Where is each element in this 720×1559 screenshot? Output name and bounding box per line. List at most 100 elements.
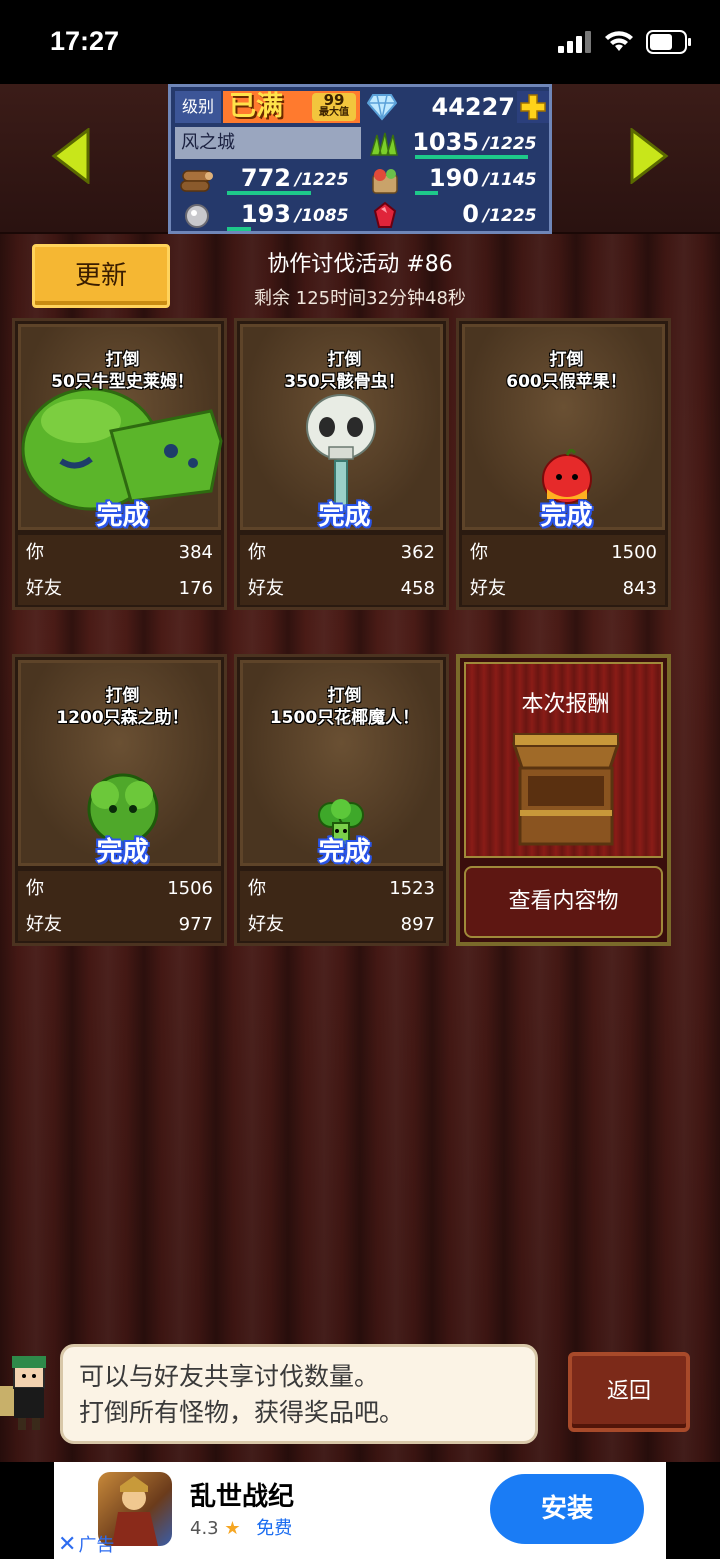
mission-target: 50只牛型史莱姆！	[51, 372, 194, 392]
friend-count: 977	[178, 914, 213, 935]
event-title: 协作讨伐活动 #86	[267, 252, 453, 277]
mission-stats: 你 1523 好友 897	[240, 871, 443, 941]
mission-image: 打倒 350只骸骨虫！ 完成	[240, 324, 446, 531]
mission-status: 完成	[96, 837, 149, 867]
grass-icon	[369, 132, 398, 156]
ore-bar	[227, 227, 252, 231]
level-status: 已满	[229, 91, 283, 122]
mission-stats: 你 1500 好友 843	[462, 535, 665, 605]
ad-price: 免费	[256, 1518, 293, 1539]
resource-panel: 级别 已满 99 最大值 44227 风之城 772 /1225 1035 /1…	[168, 84, 552, 234]
mission-image: 打倒 1200只森之助！ 完成	[18, 660, 224, 867]
mission-stats: 你 1506 好友 977	[18, 871, 221, 941]
friend-label: 好友	[248, 578, 284, 599]
ore-current: 193	[240, 200, 291, 228]
mission-status: 完成	[318, 501, 371, 531]
level-max-badge: 99 最大值	[312, 93, 356, 121]
ad-banner[interactable]: 乱世战纪 4.3 ★ 免费 安装 ✕ 广告	[54, 1462, 666, 1559]
friend-count: 176	[178, 578, 213, 599]
character-avatar-icon	[0, 1356, 46, 1430]
friend-count: 897	[400, 914, 435, 935]
mission-title: 打倒 600只假苹果！	[465, 349, 668, 393]
wood-current: 772	[240, 164, 291, 192]
refresh-button[interactable]: 更新	[32, 244, 170, 308]
diamond-icon	[367, 94, 397, 121]
you-count: 362	[400, 542, 435, 563]
mission-title: 打倒 1200只森之助！	[21, 685, 224, 729]
mission-card-apple[interactable]: 打倒 600只假苹果！ 完成 你 1500 好友 843	[456, 318, 671, 610]
mission-target: 600只假苹果！	[506, 372, 627, 392]
friend-label: 好友	[470, 578, 506, 599]
mission-stats: 你 384 好友 176	[18, 535, 221, 605]
food-capacity: /1145	[483, 170, 537, 190]
you-row: 你 1500	[470, 537, 657, 569]
friend-row: 好友 977	[26, 909, 213, 941]
gem-count: 44227	[431, 93, 516, 121]
ad-label[interactable]: ✕ 广告	[58, 1531, 114, 1557]
mission-action: 打倒	[327, 350, 362, 370]
level-value: 已满 99 最大值	[223, 91, 360, 123]
level-label: 级别	[175, 91, 221, 123]
grass-stat: 1035 /1225	[363, 127, 549, 161]
gem-counter: 44227	[363, 91, 549, 123]
view-contents-button[interactable]: 查看内容物	[464, 866, 663, 938]
battery-icon	[646, 30, 691, 54]
ad-app-name: 乱世战纪	[190, 1482, 295, 1512]
friend-row: 好友 176	[26, 573, 213, 605]
wood-icon	[180, 170, 213, 192]
resource-header: 级别 已满 99 最大值 44227 风之城 772 /1225 1035 /1…	[0, 84, 720, 234]
friend-row: 好友 897	[248, 909, 435, 941]
friend-row: 好友 843	[470, 573, 657, 605]
ore-icon	[185, 204, 209, 228]
mission-card-skull[interactable]: 打倒 350只骸骨虫！ 完成 你 362 好友 458	[234, 318, 449, 610]
mission-card-bush[interactable]: 打倒 1200只森之助！ 完成 你 1506 好友 977	[12, 654, 227, 946]
mission-title: 打倒 350只骸骨虫！	[243, 349, 446, 393]
ad-install-button[interactable]: 安装	[490, 1474, 644, 1544]
friend-label: 好友	[26, 914, 62, 935]
level-max-text: 最大值	[319, 107, 349, 118]
event-remaining-time: 剩余 125时间32分钟48秒	[254, 288, 466, 309]
ruby-stat: 0 /1225	[363, 199, 549, 233]
mission-card-broccoli[interactable]: 打倒 1500只花椰魔人！ 完成 你 1523 好友 897	[234, 654, 449, 946]
plus-icon	[520, 94, 546, 120]
game-screen: 级别 已满 99 最大值 44227 风之城 772 /1225 1035 /1…	[0, 84, 720, 1462]
mission-image: 打倒 1500只花椰魔人！ 完成	[240, 660, 446, 867]
ruby-icon	[373, 201, 397, 228]
mission-stats: 你 362 好友 458	[240, 535, 443, 605]
status-time: 17:27	[50, 26, 120, 56]
mission-title: 打倒 1500只花椰魔人！	[243, 685, 446, 729]
food-stat: 190 /1145	[363, 163, 549, 197]
prev-town-arrow-icon[interactable]	[50, 126, 90, 186]
back-button[interactable]: 返回	[568, 1352, 690, 1432]
you-label: 你	[26, 542, 44, 563]
wifi-icon	[605, 31, 633, 51]
mission-action: 打倒	[549, 350, 584, 370]
you-label: 你	[26, 878, 44, 899]
mission-image: 打倒 50只牛型史莱姆！ 完成	[18, 324, 223, 531]
ad-side-right	[666, 1462, 720, 1559]
next-town-arrow-icon[interactable]	[630, 126, 670, 186]
mission-status: 完成	[96, 501, 149, 531]
ore-stat: 193 /1085	[175, 199, 361, 233]
you-label: 你	[248, 542, 266, 563]
ruby-capacity: /1225	[483, 206, 537, 226]
food-icon	[372, 169, 398, 194]
mission-card-slime[interactable]: 打倒 50只牛型史莱姆！ 完成 你 384 好友 176	[12, 318, 227, 610]
grass-bar	[415, 155, 528, 159]
mission-status: 完成	[540, 501, 593, 531]
status-bar: 17:27	[0, 0, 720, 84]
signal-icon	[558, 31, 591, 53]
ad-label-text: 广告	[78, 1535, 115, 1556]
reward-image: 本次报酬	[464, 662, 663, 858]
ad-close-icon[interactable]: ✕	[58, 1532, 76, 1557]
you-row: 你 1506	[26, 873, 213, 905]
friend-count: 458	[400, 578, 435, 599]
mission-action: 打倒	[105, 686, 140, 706]
ore-capacity: /1085	[295, 206, 349, 226]
grass-capacity: /1225	[483, 134, 537, 154]
add-gems-button[interactable]	[517, 91, 549, 123]
you-count: 384	[178, 542, 213, 563]
tip-bubble: 可以与好友共享讨伐数量。 打倒所有怪物，获得奖品吧。	[60, 1344, 538, 1444]
you-count: 1500	[611, 542, 657, 563]
you-label: 你	[470, 542, 488, 563]
